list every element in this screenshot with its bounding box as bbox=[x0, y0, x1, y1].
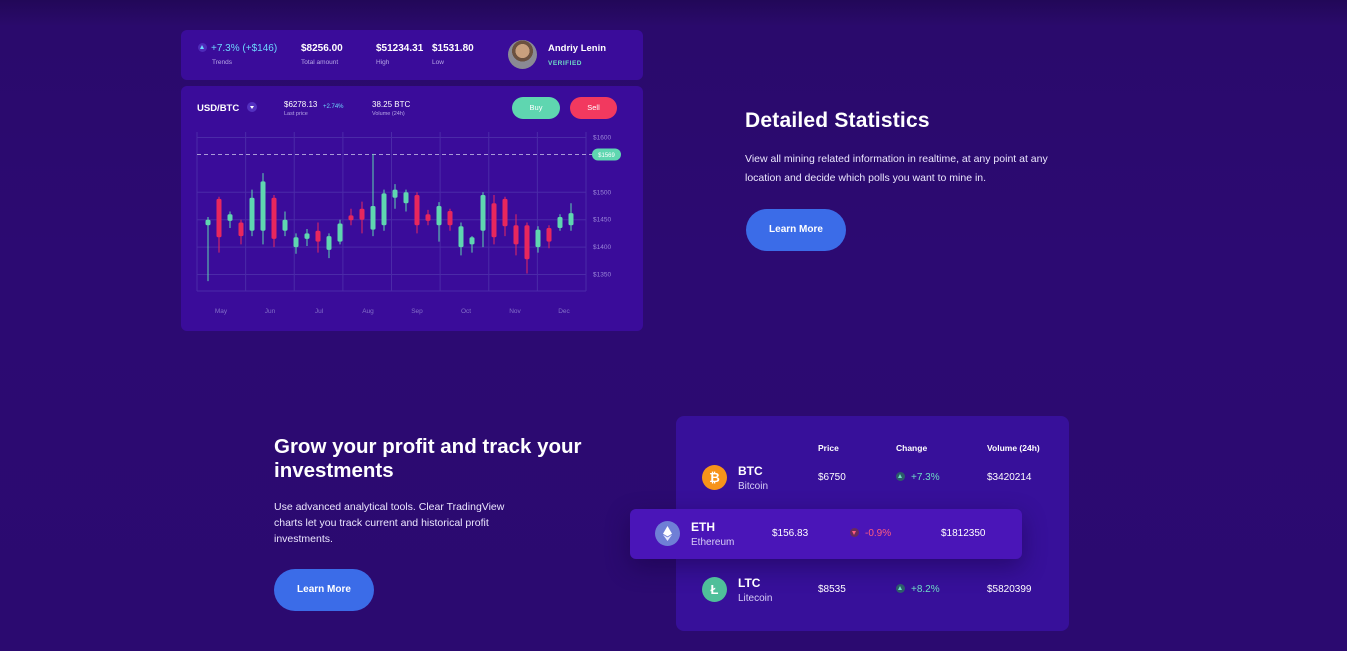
candle-body bbox=[403, 192, 409, 204]
y-tick-label: $1450 bbox=[593, 217, 611, 224]
x-tick-label: May bbox=[215, 308, 228, 315]
high-value: $51234.31 bbox=[376, 43, 424, 54]
coin-change: +7.3% bbox=[896, 471, 940, 483]
candle-body bbox=[524, 225, 530, 260]
high-label: High bbox=[376, 59, 390, 66]
detail-learn-more-button[interactable]: Learn More bbox=[746, 209, 846, 251]
candle-body bbox=[392, 189, 398, 198]
coin-symbol: ETH bbox=[691, 520, 715, 534]
coin-name: Bitcoin bbox=[738, 481, 769, 492]
stats-bar: +7.3% (+$146) Trends $8256.00 Total amou… bbox=[181, 30, 643, 80]
coin-price: $6750 bbox=[818, 472, 846, 483]
total-amount-value: $8256.00 bbox=[301, 43, 343, 54]
candle-body bbox=[348, 215, 354, 221]
x-tick-label: Jun bbox=[265, 308, 276, 315]
coin-symbol: LTC bbox=[738, 576, 761, 590]
total-amount-stat: $8256.00 Total amount bbox=[301, 43, 343, 66]
header-change: Change bbox=[896, 443, 928, 453]
candle-body bbox=[359, 208, 365, 220]
candle-body bbox=[414, 195, 420, 226]
x-tick-label: Oct bbox=[461, 308, 471, 315]
y-tick-label: $1500 bbox=[593, 189, 611, 196]
grow-text: Use advanced analytical tools. Clear Tra… bbox=[274, 501, 505, 545]
verified-badge: VERIFIED bbox=[548, 60, 582, 67]
user-name[interactable]: Andriy Lenin bbox=[548, 43, 606, 54]
candle-body bbox=[326, 236, 332, 250]
coin-price: $8535 bbox=[818, 584, 846, 595]
candle-body bbox=[381, 193, 387, 226]
trend-label: Trends bbox=[212, 59, 232, 66]
avatar[interactable] bbox=[508, 40, 537, 69]
total-amount-label: Total amount bbox=[301, 59, 339, 66]
candlestick-chart: $1600 $1500 $1450 $1400 $1350 $1569 May Jun Jul A… bbox=[196, 132, 621, 315]
change-down-icon bbox=[850, 527, 859, 537]
x-tick-label: Sep bbox=[411, 308, 423, 315]
candle-body bbox=[216, 198, 222, 238]
detail-heading: Detailed Statistics bbox=[745, 109, 930, 132]
litecoin-icon: Ł bbox=[702, 577, 727, 602]
candle-body bbox=[535, 229, 541, 248]
bitcoin-icon: ₿ bbox=[702, 465, 727, 490]
detail-text: View all mining related information in r… bbox=[745, 153, 1048, 184]
coin-change: +8.2% bbox=[896, 583, 940, 595]
candle-body bbox=[227, 214, 233, 221]
candle-body bbox=[568, 213, 574, 226]
x-tick-label: Aug bbox=[362, 308, 374, 315]
change-up-icon bbox=[896, 583, 905, 593]
candle-body bbox=[447, 210, 453, 226]
header-volume: Volume (24h) bbox=[987, 443, 1040, 453]
candle-body bbox=[337, 223, 343, 242]
coin-volume: $5820399 bbox=[987, 584, 1032, 595]
y-tick-label: $1600 bbox=[593, 134, 611, 141]
candle-body bbox=[480, 195, 486, 231]
x-tick-label: Jul bbox=[315, 308, 324, 315]
candle-body bbox=[205, 219, 211, 226]
candle-body bbox=[513, 225, 519, 245]
y-tick-label: $1350 bbox=[593, 272, 611, 279]
coin-volume: $3420214 bbox=[987, 472, 1032, 483]
candle-body bbox=[458, 226, 464, 248]
candle-body bbox=[425, 214, 431, 221]
high-stat: $51234.31 High bbox=[376, 43, 423, 66]
candle-body bbox=[436, 206, 442, 226]
candle-body bbox=[370, 206, 376, 230]
grow-heading: Grow your profit and track your investme… bbox=[274, 435, 582, 482]
coin-name: Ethereum bbox=[691, 537, 735, 548]
candle-body bbox=[491, 203, 497, 238]
x-tick-label: Nov bbox=[509, 308, 521, 315]
coin-volume: $1812350 bbox=[941, 528, 986, 539]
candle-body bbox=[260, 181, 266, 231]
candle-body bbox=[502, 198, 508, 227]
header-price: Price bbox=[818, 443, 839, 453]
trading-chart-card: USD/BTC $6278.13 +2.74% Last price 38.25… bbox=[181, 86, 643, 331]
candle-body bbox=[293, 237, 299, 248]
coin-change: -0.9% bbox=[850, 527, 891, 539]
coin-price: $156.83 bbox=[772, 528, 809, 539]
low-label: Low bbox=[432, 59, 444, 66]
y-tick-label: $1400 bbox=[593, 244, 611, 251]
grow-learn-more-button[interactable]: Learn More bbox=[274, 569, 374, 611]
change-up-icon bbox=[896, 471, 905, 481]
candle-body bbox=[315, 230, 321, 242]
candle-body bbox=[282, 219, 288, 231]
candle-body bbox=[271, 197, 277, 239]
trend-stat: +7.3% (+$146) Trends bbox=[198, 42, 278, 66]
trend-up-icon bbox=[198, 42, 207, 52]
low-value: $1531.80 bbox=[432, 43, 474, 54]
ethereum-icon bbox=[655, 521, 680, 546]
trend-value: +7.3% (+$146) bbox=[211, 43, 278, 54]
candle-body bbox=[304, 233, 310, 239]
coin-symbol: BTC bbox=[738, 464, 763, 478]
candle-body bbox=[238, 222, 244, 237]
top-fade bbox=[0, 0, 1347, 26]
candle-body bbox=[469, 237, 475, 245]
low-stat: $1531.80 Low bbox=[432, 43, 474, 66]
candle-body bbox=[546, 227, 552, 242]
candle-body bbox=[249, 197, 255, 231]
x-tick-label: Dec bbox=[558, 308, 570, 315]
candle-body bbox=[557, 216, 563, 228]
coin-name: Litecoin bbox=[738, 593, 773, 604]
current-price-label: $1569 bbox=[598, 153, 615, 159]
